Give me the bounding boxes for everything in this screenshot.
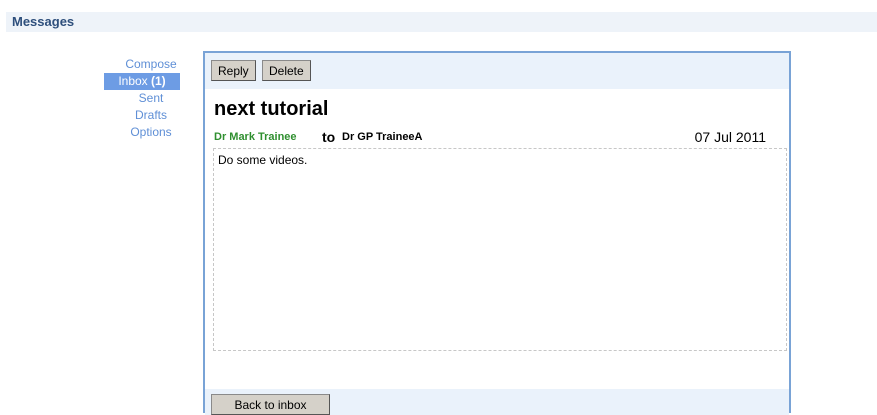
- message-body: Do some videos.: [213, 148, 787, 351]
- message-meta: Dr Mark Trainee to Dr GP TraineeA 07 Jul…: [214, 129, 784, 149]
- sidebar-item-sent[interactable]: Sent: [104, 90, 198, 107]
- recipient-name: Dr GP TraineeA: [342, 131, 423, 143]
- page-title: Messages: [12, 14, 75, 29]
- unread-count-badge: (1): [151, 74, 166, 88]
- delete-button[interactable]: Delete: [262, 60, 311, 81]
- reply-button[interactable]: Reply: [211, 60, 256, 81]
- sidebar-item-inbox[interactable]: Inbox (1): [104, 73, 180, 90]
- sender-name: Dr Mark Trainee: [214, 131, 297, 143]
- sidebar-item-label: Inbox: [118, 74, 148, 88]
- sidebar-item-options[interactable]: Options: [104, 124, 198, 141]
- message-panel: Reply Delete next tutorial Dr Mark Train…: [203, 51, 791, 415]
- messages-sidebar: Compose Inbox (1) Sent Drafts Options: [104, 56, 198, 141]
- back-to-inbox-button[interactable]: Back to inbox: [211, 394, 330, 415]
- sidebar-item-drafts[interactable]: Drafts: [104, 107, 198, 124]
- message-footer: Back to inbox: [205, 389, 789, 415]
- message-date: 07 Jul 2011: [694, 129, 766, 145]
- message-subject: next tutorial: [214, 98, 329, 120]
- messages-header: Messages: [6, 12, 877, 32]
- to-label: to: [322, 129, 336, 145]
- sidebar-item-compose[interactable]: Compose: [104, 56, 198, 73]
- message-toolbar: Reply Delete: [205, 53, 789, 89]
